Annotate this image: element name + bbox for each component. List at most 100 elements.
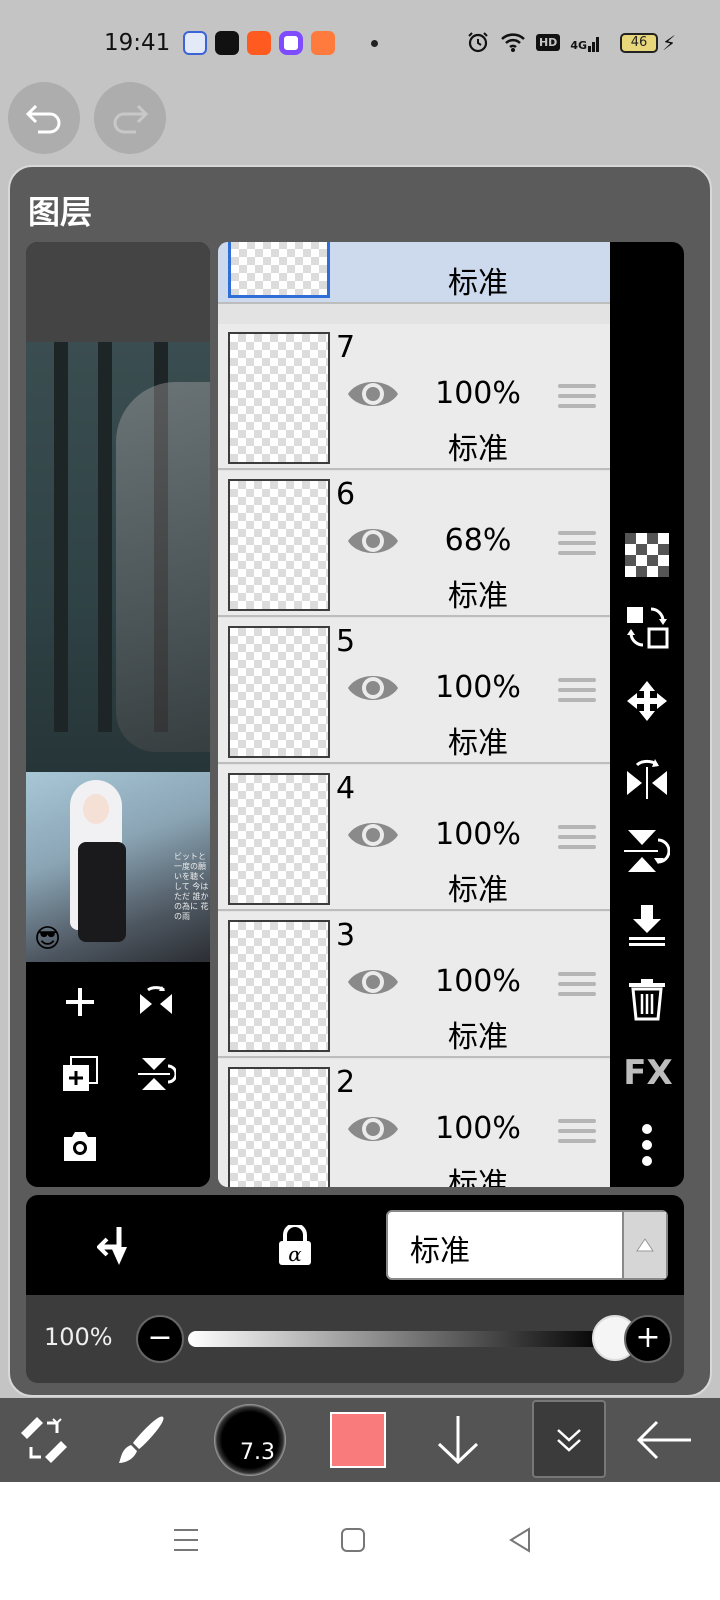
home-square-icon [341,1528,365,1552]
back-button[interactable] [632,1406,696,1474]
app-icon-baidu [183,31,207,55]
more-options-button[interactable] [624,1122,670,1168]
layer-row[interactable]: 3 100% 标准 [218,912,610,1058]
layer-row[interactable]: 4 100% 标准 [218,765,610,911]
layer-thumbnail[interactable] [228,1067,330,1187]
collapse-panel-button[interactable] [532,1400,606,1478]
handle-line [558,1129,596,1133]
layer-number: 5 [336,624,356,659]
clipping-button[interactable] [92,1221,142,1271]
transparent-checker-button[interactable] [624,532,670,578]
status-bar: 19:41 HD 4G 46 ⚡ [0,0,720,80]
blend-mode-select[interactable]: 标准 [386,1210,668,1280]
layer-opacity: 100% [435,817,521,852]
layer-opacity: 100% [435,376,521,411]
eye-icon [348,1117,398,1141]
preview-thumbnail: ビットと 一度の願いを聴くして 今はただ 誰かの為に 花の雨 😎 [26,772,210,962]
duplicate-layer-button[interactable] [54,1048,106,1100]
layer-visibility-toggle[interactable] [346,1111,400,1151]
opacity-bar: 100% − + [26,1295,684,1383]
layer-thumbnail[interactable] [228,773,330,905]
layer-visibility-toggle[interactable] [346,964,400,1004]
preview-emoji: 😎 [34,924,62,954]
home-button[interactable] [333,1520,373,1560]
undo-button[interactable] [8,82,80,154]
handle-line [558,845,596,849]
preview-hair [116,382,210,752]
network-type: 4G [570,32,602,52]
preview-bar [98,342,112,732]
flip-canvas-button[interactable] [130,976,182,1028]
layer-row[interactable]: 5 100% 标准 [218,618,610,764]
merge-down-button[interactable] [624,902,670,948]
layer-list[interactable]: 8100%标准7100%标准668%标准5100%标准4100%标准3100%标… [218,242,610,1187]
move-icon [627,681,667,721]
recent-apps-button[interactable] [166,1520,206,1560]
canvas-preview[interactable]: ビットと 一度の願いを聴くして 今はただ 誰かの為に 花の雨 😎 [26,242,210,1187]
layer-number: 4 [336,771,356,806]
import-photo-button[interactable] [54,1120,106,1172]
handle-line [558,1119,596,1123]
opacity-slider-track[interactable] [188,1331,608,1347]
alpha-lock-button[interactable]: α [270,1221,320,1271]
layer-thumbnail[interactable] [228,332,330,464]
flip-vertical-canvas-button[interactable] [130,1048,182,1100]
layer-thumbnail[interactable] [228,920,330,1052]
layer-drag-handle[interactable] [558,242,596,248]
blend-mode-value: 标准 [410,1234,470,1269]
handle-line [558,688,596,692]
redo-button[interactable] [94,82,166,154]
move-layer-button[interactable] [624,678,670,724]
delete-layer-button[interactable] [624,976,670,1022]
add-layer-button[interactable] [54,976,106,1028]
handle-line [558,1139,596,1143]
blend-mode-dropdown-arrow[interactable] [622,1212,666,1278]
fx-icon: FX [623,1053,673,1093]
handle-line [558,678,596,682]
color-swatch[interactable] [330,1412,386,1468]
layer-number: 7 [336,330,356,365]
alarm-icon [468,32,488,53]
layer-drag-handle[interactable] [558,678,596,708]
layer-opacity: 100% [435,1111,521,1146]
status-right: HD 4G [466,30,602,54]
layer-drag-handle[interactable] [558,384,596,414]
handle-line [558,972,596,976]
layer-visibility-toggle[interactable] [346,376,400,416]
system-back-button[interactable] [500,1520,540,1560]
swap-layer-button[interactable] [624,604,670,650]
flip-vertical-button[interactable] [624,828,670,874]
preview-canvas-zoom [26,342,210,772]
layer-down-button[interactable] [428,1406,488,1474]
layer-visibility-toggle[interactable] [346,817,400,857]
swap-icon [627,607,669,649]
plus-icon [66,988,94,1016]
opacity-decrease-button[interactable]: − [136,1315,184,1363]
camera-icon [64,1132,96,1161]
handle-line [558,531,596,535]
layer-drag-handle[interactable] [558,825,596,855]
charging-icon: ⚡ [662,31,677,55]
svg-text:α: α [288,1242,302,1266]
layer-thumbnail[interactable] [228,242,330,298]
layer-drag-handle[interactable] [558,1119,596,1149]
opacity-increase-button[interactable]: + [624,1315,672,1363]
handle-line [558,982,596,986]
layer-row[interactable]: 2 100% 标准 [218,1059,610,1187]
layer-visibility-toggle[interactable] [346,523,400,563]
brush-tool-button[interactable] [112,1406,172,1474]
layer-visibility-toggle[interactable] [346,242,400,250]
layer-row[interactable]: 7 100% 标准 [218,324,610,470]
layer-opacity: 68% [444,523,512,558]
fx-button[interactable]: FX [618,1050,678,1096]
layer-drag-handle[interactable] [558,531,596,561]
layer-row[interactable]: 6 68% 标准 [218,471,610,617]
layer-thumbnail[interactable] [228,626,330,758]
layer-visibility-toggle[interactable] [346,670,400,710]
layer-drag-handle[interactable] [558,972,596,1002]
layer-side-toolbar: FX [610,242,684,1187]
quick-menu-button[interactable] [14,1406,74,1474]
layer-row[interactable]: 8100%标准 [218,242,610,304]
layer-thumbnail[interactable] [228,479,330,611]
flip-horizontal-button[interactable] [624,754,670,800]
